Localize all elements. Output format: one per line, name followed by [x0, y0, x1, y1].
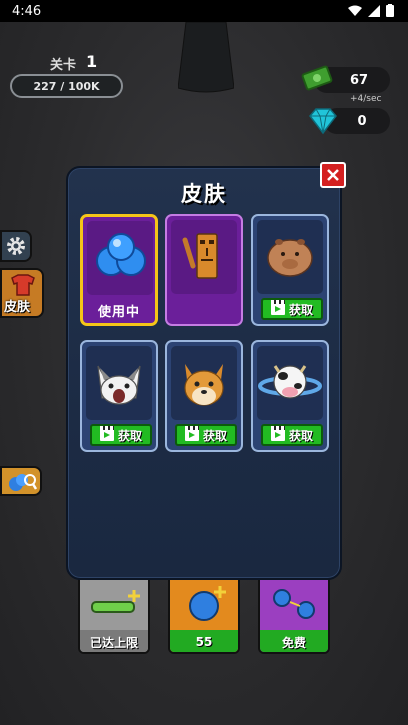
- upgrade-card-split[interactable]: 免费: [258, 574, 330, 654]
- status-bar: 4:46: [0, 0, 408, 22]
- skin-status-in-use: 使用中: [97, 305, 140, 320]
- skin-thumb: [87, 221, 153, 295]
- funnel-icon: [178, 22, 234, 93]
- cash-icon: [301, 65, 333, 91]
- get-skin-button[interactable]: 获取: [90, 424, 152, 446]
- skin-thumb: [257, 220, 323, 294]
- skin-card-blue-balls[interactable]: 使用中: [80, 214, 158, 326]
- shirt-icon: [11, 274, 35, 296]
- upgrade-card-ball[interactable]: 55: [168, 574, 240, 654]
- get-skin-button[interactable]: 获取: [261, 424, 323, 446]
- upgrade-card-ball-label: 55: [170, 630, 238, 652]
- skin-card-tiki-bat[interactable]: [165, 214, 243, 326]
- tiki-figure-icon: [182, 233, 218, 279]
- status-time: 4:46: [12, 3, 42, 19]
- gem-value: 0: [357, 113, 367, 129]
- skin-thumb: [257, 346, 323, 420]
- close-button[interactable]: [320, 162, 346, 188]
- slider-bar-icon: [91, 590, 140, 613]
- skin-thumb: [86, 346, 152, 420]
- cow-planet-icon: [258, 365, 322, 399]
- get-skin-label: 获取: [117, 428, 142, 443]
- video-ad-icon: [184, 426, 199, 441]
- gear-icon: [7, 237, 25, 255]
- get-skin-label: 获取: [202, 428, 227, 443]
- battery-icon: [386, 4, 394, 17]
- video-ad-icon: [270, 426, 285, 441]
- upgrade-card-capacity[interactable]: 已达上限: [78, 574, 150, 654]
- upgrade-card-capacity-art: [80, 576, 148, 630]
- skin-thumb: [171, 220, 237, 294]
- status-icons: [348, 4, 394, 17]
- split-balls-icon: [273, 589, 315, 619]
- shiba-face-icon: [184, 364, 224, 406]
- skin-card-screaming-cat[interactable]: 获取: [80, 340, 158, 452]
- get-skin-button[interactable]: 获取: [261, 298, 323, 320]
- blue-ball-boost-button[interactable]: [0, 466, 42, 496]
- get-skin-label: 获取: [288, 302, 313, 317]
- money-rate: +4/sec: [350, 94, 382, 104]
- blue-ball-plus-icon: [189, 586, 226, 621]
- skin-card-planet-cow[interactable]: 获取: [251, 340, 329, 452]
- cat-face-icon: [97, 365, 141, 405]
- get-skin-button[interactable]: 获取: [175, 424, 237, 446]
- skin-card-capybara[interactable]: 获取: [251, 214, 329, 326]
- video-ad-icon: [99, 426, 114, 441]
- upgrade-card-ball-art: [170, 576, 238, 630]
- skins-button-label: 皮肤: [4, 300, 31, 315]
- close-icon: [327, 169, 339, 181]
- upgrade-card-split-art: [260, 576, 328, 630]
- capybara-icon: [267, 239, 313, 277]
- upgrade-card-capacity-label: 已达上限: [80, 630, 148, 652]
- skin-card-doge[interactable]: 获取: [165, 340, 243, 452]
- video-ad-icon: [270, 300, 285, 315]
- level-progress: 227 / 100K: [10, 74, 123, 98]
- upgrade-card-split-label: 免费: [260, 630, 328, 652]
- wifi-icon: [348, 5, 362, 16]
- settings-button[interactable]: [0, 230, 32, 262]
- get-skin-label: 获取: [288, 428, 313, 443]
- blue-balls-icon: [96, 233, 146, 276]
- blue-ball-magnify-icon: [9, 474, 38, 491]
- diamond-icon: [309, 108, 337, 135]
- signal-icon: [368, 4, 380, 17]
- money-value: 67: [349, 72, 369, 88]
- level-number: 1: [86, 52, 98, 71]
- level-label: 关卡: [50, 58, 77, 73]
- skin-thumb: [171, 346, 237, 420]
- modal-title: 皮肤: [181, 182, 227, 206]
